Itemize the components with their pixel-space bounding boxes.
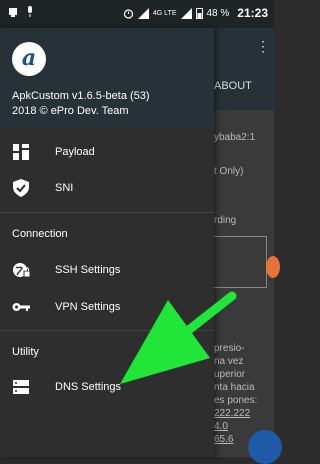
annotation-arrow-icon [120,291,237,384]
